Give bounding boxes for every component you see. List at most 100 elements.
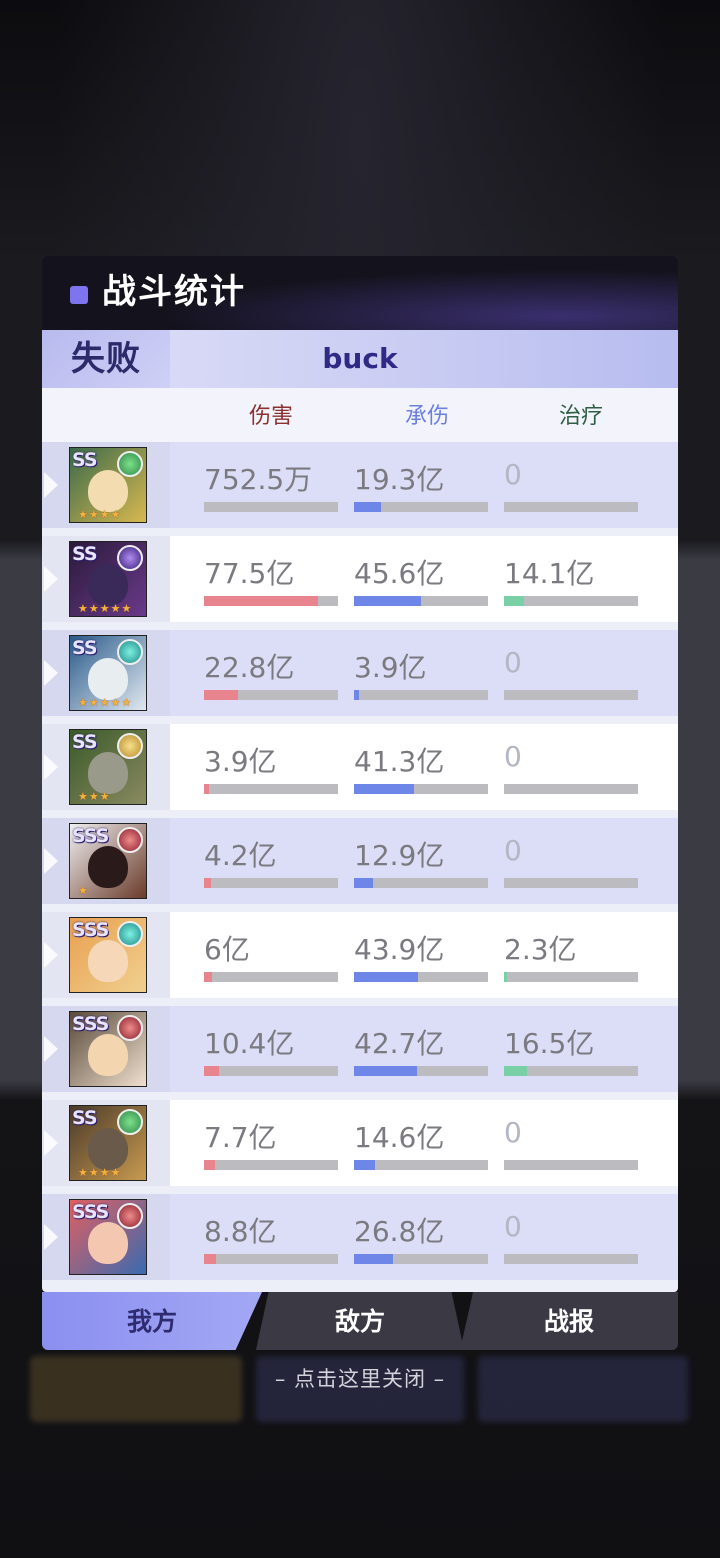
hero-face (88, 1128, 128, 1170)
taken-bar-fill (354, 1254, 393, 1264)
taken-bar (354, 1066, 488, 1076)
position-arrow-icon (44, 472, 58, 498)
taken-bar (354, 596, 488, 606)
damage-bar-fill (204, 972, 212, 982)
column-header-taken: 承伤 (404, 404, 449, 429)
taken-bar-fill (354, 1066, 417, 1076)
rank-badge: SS (72, 543, 97, 565)
hero-portrait-cell: SSS (42, 1194, 170, 1280)
hero-portrait[interactable]: SS ★★★★ (69, 1105, 147, 1181)
taken-bar-fill (354, 690, 359, 700)
damage-cell: 77.5亿 (204, 536, 340, 622)
heal-cell: 2.3亿 (504, 912, 640, 998)
tab-battle-report[interactable]: 战报 (460, 1292, 678, 1350)
damage-value: 752.5万 (204, 463, 313, 496)
damage-bar-fill (204, 784, 209, 794)
damage-value: 10.4亿 (204, 1027, 295, 1060)
hero-portrait[interactable]: SSS (69, 1011, 147, 1087)
taken-bar-fill (354, 878, 373, 888)
hero-row: SSS ★ 4.2亿 12.9亿 0 (42, 818, 678, 904)
taken-cell: 26.8亿 (354, 1194, 490, 1280)
damage-cell: 752.5万 (204, 442, 340, 528)
taken-bar (354, 502, 488, 512)
damage-bar (204, 596, 338, 606)
dark-element-icon (117, 545, 143, 571)
damage-bar (204, 878, 338, 888)
star-rating: ★★★★★ (78, 696, 133, 709)
damage-bar (204, 690, 338, 700)
heal-value: 0 (504, 458, 522, 491)
hero-row: SS ★★★★★ 77.5亿 45.6亿 14.1亿 (42, 536, 678, 622)
nature-element-icon (117, 451, 143, 477)
title-marker-icon (70, 286, 88, 304)
hero-face (88, 940, 128, 982)
damage-cell: 8.8亿 (204, 1194, 340, 1280)
damage-cell: 3.9亿 (204, 724, 340, 810)
hero-face (88, 564, 128, 606)
taken-bar (354, 972, 488, 982)
taken-value: 43.9亿 (354, 933, 445, 966)
hero-portrait[interactable]: SS ★★★★★ (69, 635, 147, 711)
heal-cell: 16.5亿 (504, 1006, 640, 1092)
damage-bar-fill (204, 1254, 216, 1264)
tab-enemy-side[interactable]: 敌方 (256, 1292, 464, 1350)
position-arrow-icon (44, 660, 58, 686)
star-rating: ★★★★ (78, 508, 122, 521)
damage-bar-fill (204, 1066, 219, 1076)
taken-cell: 3.9亿 (354, 630, 490, 716)
damage-bar-fill (204, 878, 211, 888)
hero-portrait[interactable]: SSS (69, 1199, 147, 1275)
taken-cell: 43.9亿 (354, 912, 490, 998)
heal-cell: 14.1亿 (504, 536, 640, 622)
heal-bar (504, 1254, 638, 1264)
position-arrow-icon (44, 1036, 58, 1062)
close-hint[interactable]: – 点击这里关闭 – (0, 1362, 720, 1396)
rank-badge: SSS (72, 919, 109, 941)
rank-badge: SSS (72, 825, 109, 847)
damage-cell: 4.2亿 (204, 818, 340, 904)
taken-bar (354, 784, 488, 794)
hero-face (88, 470, 128, 512)
fire-element-icon (117, 827, 143, 853)
position-arrow-icon (44, 1224, 58, 1250)
tab-our-side[interactable]: 我方 (42, 1292, 262, 1350)
hero-portrait[interactable]: SSS (69, 917, 147, 993)
heal-bar (504, 784, 638, 794)
taken-bar (354, 690, 488, 700)
heal-cell: 0 (504, 630, 640, 716)
light-element-icon (117, 733, 143, 759)
position-arrow-icon (44, 942, 58, 968)
hero-row: SSS 8.8亿 26.8亿 0 (42, 1194, 678, 1280)
taken-value: 14.6亿 (354, 1121, 445, 1154)
heal-value: 0 (504, 740, 522, 773)
position-arrow-icon (44, 848, 58, 874)
taken-value: 45.6亿 (354, 557, 445, 590)
heal-cell: 0 (504, 442, 640, 528)
heal-bar (504, 878, 638, 888)
damage-bar (204, 784, 338, 794)
hero-portrait[interactable]: SSS ★ (69, 823, 147, 899)
hero-portrait[interactable]: SS ★★★ (69, 729, 147, 805)
hero-portrait-cell: SSS (42, 912, 170, 998)
hero-portrait[interactable]: SS ★★★★ (69, 447, 147, 523)
rank-badge: SSS (72, 1013, 109, 1035)
taken-cell: 19.3亿 (354, 442, 490, 528)
taken-bar-fill (354, 502, 381, 512)
heal-bar-fill (504, 596, 524, 606)
hero-portrait-cell: SS ★★★★ (42, 442, 170, 528)
damage-cell: 6亿 (204, 912, 340, 998)
damage-value: 77.5亿 (204, 557, 295, 590)
hero-portrait-cell: SSS (42, 1006, 170, 1092)
heal-value: 0 (504, 1210, 522, 1243)
hero-row: SS ★★★ 3.9亿 41.3亿 0 (42, 724, 678, 810)
damage-bar-fill (204, 690, 238, 700)
damage-bar (204, 502, 338, 512)
hero-portrait[interactable]: SS ★★★★★ (69, 541, 147, 617)
damage-value: 7.7亿 (204, 1121, 277, 1154)
damage-bar-fill (204, 596, 318, 606)
heal-value: 16.5亿 (504, 1027, 595, 1060)
heal-bar (504, 1160, 638, 1170)
rank-badge: SS (72, 1107, 97, 1129)
taken-cell: 45.6亿 (354, 536, 490, 622)
damage-bar-fill (204, 1160, 215, 1170)
